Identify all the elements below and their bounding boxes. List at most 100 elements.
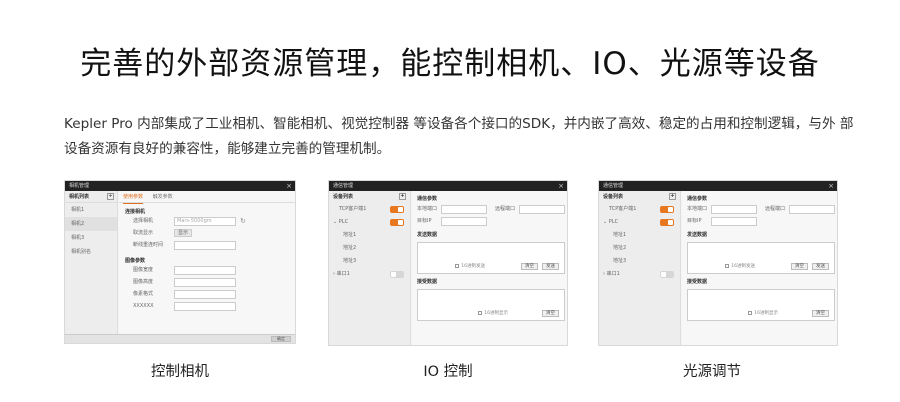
checkbox-label: 16进制显示: [754, 311, 778, 316]
hex-send-option[interactable]: 16进制发送: [415, 263, 485, 269]
hex-send-option[interactable]: 16进制发送: [685, 263, 755, 269]
device-list-header: 设备列表 +: [599, 191, 680, 203]
tree-item[interactable]: 地址3: [599, 255, 680, 268]
checkbox[interactable]: [748, 310, 753, 315]
form-row: 断线重连时间: [119, 240, 295, 252]
clear-button[interactable]: 清空: [812, 310, 829, 317]
form-row: 本地端口 远程端口: [417, 203, 567, 215]
section-title: 发送数据: [687, 232, 708, 238]
section-title: 接受数据: [687, 279, 708, 285]
image-height-field[interactable]: [174, 278, 236, 287]
tab-usage-params[interactable]: 使用参数: [123, 191, 144, 204]
receive-data-area[interactable]: 16进制显示 清空: [417, 289, 565, 321]
window-title: 通信管理: [603, 183, 624, 189]
ok-button[interactable]: 确定: [271, 336, 291, 342]
list-item[interactable]: 相机1: [65, 203, 117, 217]
field-label: 图像高度: [133, 279, 154, 285]
field-label: 图像宽度: [133, 267, 154, 273]
add-icon[interactable]: +: [399, 193, 406, 200]
tree-item[interactable]: 地址2: [329, 242, 410, 255]
footer-bar: 确定: [65, 334, 295, 343]
target-ip-field[interactable]: [711, 217, 757, 226]
camera-list-panel: 相机列表 + 相机1 相机2 相机3 相机别名: [65, 191, 118, 336]
close-icon[interactable]: ×: [558, 181, 564, 191]
device-list-panel: 设备列表 + TCP客户端1 ⌄ PLC 地址1 地址2 地址3 › 串口1: [329, 191, 411, 345]
form-row: 目标IP: [417, 215, 567, 227]
add-icon[interactable]: +: [669, 193, 676, 200]
tab-trigger-params[interactable]: 触发参数: [153, 191, 173, 203]
camera-list-header: 相机列表 +: [65, 191, 117, 203]
form-row: 目标IP: [687, 215, 837, 227]
expand-icon[interactable]: ⌄: [603, 219, 607, 225]
send-button[interactable]: 发送: [542, 263, 559, 270]
send-data-area[interactable]: 16进制发送 清空 发送: [687, 242, 835, 274]
target-ip-field[interactable]: [441, 217, 487, 226]
toggle-switch[interactable]: [390, 271, 404, 278]
window-titlebar: 通信管理 ×: [329, 181, 567, 191]
tree-item[interactable]: › 串口1: [329, 268, 410, 281]
hex-show-option[interactable]: 16进制显示: [708, 310, 778, 316]
camera-select[interactable]: Mars-5000gm: [174, 217, 236, 226]
receive-data-area[interactable]: 16进制显示 清空: [687, 289, 835, 321]
local-port-field[interactable]: [441, 205, 487, 214]
add-icon[interactable]: +: [107, 193, 114, 200]
expand-icon[interactable]: ⌄: [333, 219, 337, 225]
tree-item[interactable]: 地址1: [599, 229, 680, 242]
remote-port-field[interactable]: [789, 205, 835, 214]
list-item[interactable]: 相机3: [65, 231, 117, 245]
device-list-title: 设备列表: [333, 194, 354, 200]
device-list-panel: 设备列表 + TCP客户端1 ⌄ PLC 地址1 地址2 地址3 › 串口1: [599, 191, 681, 345]
expand-icon[interactable]: ›: [333, 271, 335, 277]
tree-item[interactable]: 地址2: [599, 242, 680, 255]
clear-button[interactable]: 清空: [791, 263, 808, 270]
close-icon[interactable]: ×: [286, 181, 292, 191]
checkbox[interactable]: [478, 310, 483, 315]
list-item[interactable]: 相机2: [65, 217, 117, 231]
field-label: XXXXXX: [133, 303, 154, 309]
checkbox[interactable]: [455, 263, 460, 268]
tree-item[interactable]: ⌄ PLC: [599, 216, 680, 229]
toggle-switch[interactable]: [660, 206, 674, 213]
remote-port-field[interactable]: [519, 205, 565, 214]
form-row: 图像高度: [119, 277, 295, 289]
local-port-field[interactable]: [711, 205, 757, 214]
send-data-area[interactable]: 16进制发送 清空 发送: [417, 242, 565, 274]
tree-item[interactable]: 地址3: [329, 255, 410, 268]
window-titlebar: 通信管理 ×: [599, 181, 837, 191]
section-title: 连接相机: [125, 209, 146, 215]
tree-item[interactable]: TCP客户端1: [329, 203, 410, 216]
tree-item[interactable]: 地址1: [329, 229, 410, 242]
send-button[interactable]: 发送: [812, 263, 829, 270]
field-label: 本地端口: [417, 206, 438, 212]
image-width-field[interactable]: [174, 266, 236, 275]
toggle-switch[interactable]: [660, 219, 674, 226]
toggle-switch[interactable]: [390, 219, 404, 226]
pixel-format-field[interactable]: [174, 290, 236, 299]
refresh-icon[interactable]: ↻: [240, 216, 246, 226]
caption-light: 光源调节: [683, 364, 741, 380]
checkbox[interactable]: [725, 263, 730, 268]
tree-item[interactable]: TCP客户端1: [599, 203, 680, 216]
reconnect-time-field[interactable]: [174, 241, 236, 250]
clear-button[interactable]: 清空: [542, 310, 559, 317]
form-row: 图像宽度: [119, 265, 295, 277]
toggle-switch[interactable]: [390, 206, 404, 213]
field-label: 本地端口: [687, 206, 708, 212]
caption-io: IO 控制: [423, 364, 473, 380]
toggle-switch[interactable]: [660, 271, 674, 278]
list-item[interactable]: 相机别名: [65, 245, 117, 259]
placeholder-field[interactable]: [174, 302, 236, 311]
clear-button[interactable]: 清空: [521, 263, 538, 270]
window-titlebar: 相机管理 ×: [65, 181, 295, 191]
close-icon[interactable]: ×: [828, 181, 834, 191]
tree-item[interactable]: ⌄ PLC: [329, 216, 410, 229]
camera-list-title: 相机列表: [69, 194, 90, 200]
display-button[interactable]: 显示: [174, 229, 192, 237]
page-headline: 完善的外部资源管理，能控制相机、IO、光源等设备: [80, 46, 820, 82]
tree-label: PLC: [338, 219, 349, 225]
form-row: 本地端口 远程端口: [687, 203, 837, 215]
hex-show-option[interactable]: 16进制显示: [438, 310, 508, 316]
comm-settings-panel: 通信参数 本地端口 远程端口 目标IP 发送数据 16进制发送 清空 发送 接受…: [412, 191, 567, 345]
expand-icon[interactable]: ›: [603, 271, 605, 277]
tree-item[interactable]: › 串口1: [599, 268, 680, 281]
